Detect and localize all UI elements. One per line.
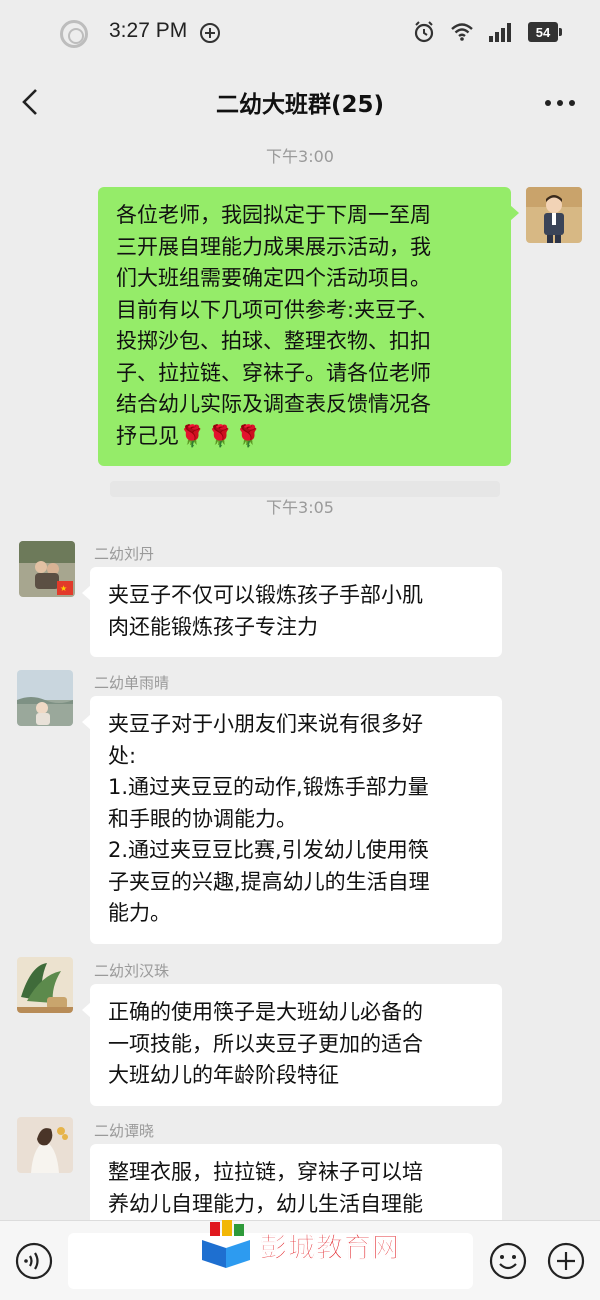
- more-dots-icon[interactable]: [542, 88, 578, 118]
- avatar-danyuqing[interactable]: [17, 670, 73, 726]
- network-icon: [200, 23, 220, 43]
- watermark-text: 彭城教育网: [260, 1232, 400, 1264]
- book-logo-icon: [202, 1220, 250, 1268]
- message-line: 夹豆子不仅可以锻炼孩子手部小肌: [108, 583, 423, 607]
- signal-icon: [489, 23, 511, 42]
- avatar-liuhanzhu[interactable]: [17, 957, 73, 1013]
- avatar-liudan[interactable]: ★: [19, 541, 75, 597]
- sender-name: 二幼单雨晴: [94, 674, 170, 692]
- circle-icon: [60, 20, 88, 48]
- avatar-image: [17, 1117, 73, 1173]
- message-line: 三开展自理能力成果展示活动，我: [116, 234, 431, 259]
- status-bar: 3:27 PM 54: [0, 0, 600, 66]
- message-bubble-self[interactable]: 各位老师，我园拟定于下周一至周 三开展自理能力成果展示活动，我 们大班组需要确定…: [98, 187, 519, 466]
- message-line: 整理衣服，拉拉链，穿袜子可以培: [108, 1160, 423, 1184]
- alarm-icon: [414, 21, 434, 43]
- message-line: 结合幼儿实际及调查表反馈情况各: [116, 392, 431, 416]
- message-line: 子夹豆的兴趣,提高幼儿的生活自理: [108, 869, 430, 894]
- avatar-tanxiao[interactable]: [17, 1117, 73, 1173]
- message-line: 肉还能锻炼孩子专注力: [108, 614, 318, 639]
- svg-text:★: ★: [60, 584, 67, 593]
- battery-level: 54: [535, 24, 551, 40]
- message-line: 2.通过夹豆豆比赛,引发幼儿使用筷: [108, 838, 429, 862]
- message-line: 们大班组需要确定四个活动项目。: [116, 266, 431, 290]
- message-line: 正确的使用筷子是大班幼儿必备的: [108, 1000, 423, 1024]
- message-line: 投掷沙包、拍球、整理衣物、扣扣: [116, 329, 431, 353]
- sender-name: 二幼谭晓: [94, 1122, 155, 1140]
- wifi-icon: [451, 23, 473, 41]
- avatar-image: [526, 187, 582, 243]
- message-text: 抒己见: [116, 423, 179, 448]
- chat-header: 二幼大班群(25): [0, 66, 600, 138]
- watermark: 彭城教育网: [200, 1214, 410, 1276]
- message-bubble[interactable]: 整理衣服，拉拉链，穿袜子可以培 养幼儿自理能力，幼儿生活自理能: [90, 1144, 502, 1220]
- message-bubble[interactable]: 夹豆子不仅可以锻炼孩子手部小肌 肉还能锻炼孩子专注力: [82, 567, 502, 657]
- avatar-image: ★: [19, 541, 75, 597]
- message-line: 处:: [108, 743, 137, 768]
- status-time: 3:27 PM: [109, 19, 188, 42]
- message-line: 子、拉拉链、穿袜子。请各位老师: [116, 360, 431, 385]
- message-line: 一项技能，所以夹豆子更加的适合: [108, 1031, 423, 1056]
- avatar-self[interactable]: [526, 187, 582, 243]
- message-line: 抒己见🌹🌹🌹: [116, 421, 493, 453]
- rose-emoji: 🌹🌹🌹: [179, 423, 264, 448]
- message-line: 和手眼的协调能力。: [108, 806, 297, 831]
- message-bubble[interactable]: 夹豆子对于小朋友们来说有很多好 处: 1.通过夹豆豆的动作,锻炼手部力量 和手眼…: [82, 696, 502, 944]
- battery-icon: 54: [528, 22, 562, 42]
- emoji-icon[interactable]: [488, 1241, 528, 1281]
- message-line: 1.通过夹豆豆的动作,锻炼手部力量: [108, 775, 429, 799]
- message-line: 大班幼儿的年龄阶段特征: [108, 1063, 339, 1087]
- message-line: 能力。: [108, 901, 171, 925]
- plus-icon[interactable]: [546, 1241, 586, 1281]
- message-line: 目前有以下几项可供参考:夹豆子、: [116, 297, 439, 322]
- timestamp: 下午3:05: [266, 498, 334, 517]
- timestamp: 下午3:00: [266, 147, 334, 166]
- avatar-image: [17, 670, 73, 726]
- sender-name: 二幼刘丹: [94, 545, 155, 563]
- avatar-image: [17, 957, 73, 1013]
- message-line: 夹豆子对于小朋友们来说有很多好: [108, 712, 423, 736]
- sender-name: 二幼刘汉珠: [94, 962, 170, 980]
- message-bubble[interactable]: 正确的使用筷子是大班幼儿必备的 一项技能，所以夹豆子更加的适合 大班幼儿的年龄阶…: [82, 984, 502, 1106]
- chat-title: 二幼大班群(25): [215, 92, 385, 118]
- message-line: 各位老师，我园拟定于下周一至周: [116, 203, 431, 227]
- voice-icon[interactable]: [14, 1241, 54, 1281]
